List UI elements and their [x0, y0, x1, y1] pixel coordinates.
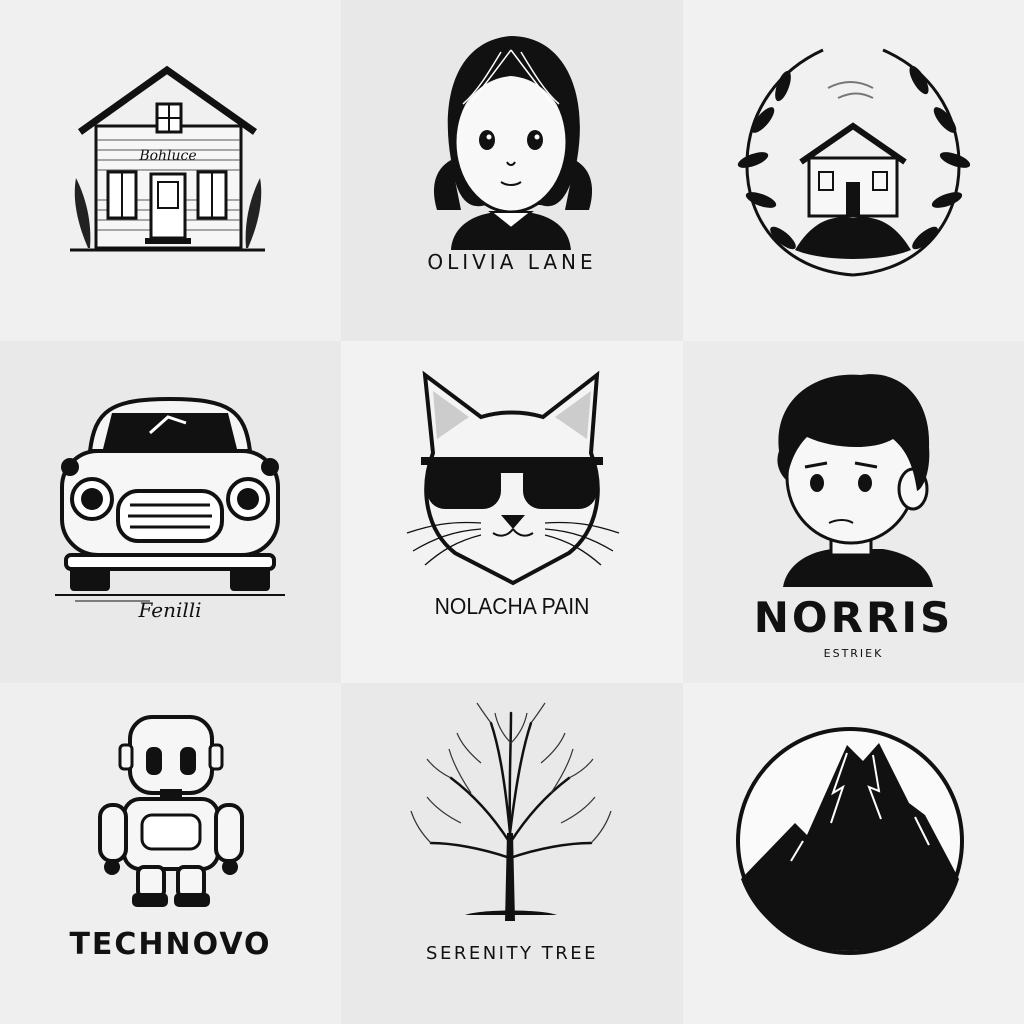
logo-name: TECHNOVO: [69, 927, 272, 962]
logo-tile-mountain: [683, 683, 1024, 1024]
logo-tile-boy: NORRIS ESTRIEK: [683, 341, 1024, 683]
logo-name: OLIVIA LANE: [427, 250, 597, 274]
logo-tile-house: Bohluce: [0, 0, 341, 341]
tree-icon: [410, 702, 612, 921]
logo-name: NORRIS: [753, 593, 954, 642]
car-icon: Fenilli: [55, 396, 285, 622]
house-sign-text: Bohluce: [138, 148, 196, 164]
logo-tile-wreath-house: [683, 0, 1024, 341]
robot-icon: [98, 715, 244, 907]
logo-grid: Bohluce OLIVIA LANE Fenilli NOLACHA PAIN…: [0, 0, 1024, 1024]
logo-tile-robot: TECHNOVO: [0, 683, 341, 1024]
logo-tile-cat: NOLACHA PAIN: [341, 341, 683, 683]
car-signature: Fenilli: [137, 598, 201, 622]
logo-tile-girl: OLIVIA LANE: [341, 0, 683, 341]
house-wreath-icon: [737, 48, 971, 277]
logo-name: SERENITY TREE: [426, 943, 598, 964]
logo-tagline: ESTRIEK: [823, 647, 884, 660]
girl-portrait-icon: [433, 36, 593, 250]
logo-tile-tree: SERENITY TREE: [341, 683, 683, 1024]
mountain-icon: [736, 727, 964, 955]
logo-tile-car: Fenilli: [0, 341, 341, 683]
house-icon: Bohluce: [70, 65, 265, 252]
logo-name: NOLACHA PAIN: [434, 593, 590, 619]
cat-sunglasses-icon: [406, 370, 620, 586]
